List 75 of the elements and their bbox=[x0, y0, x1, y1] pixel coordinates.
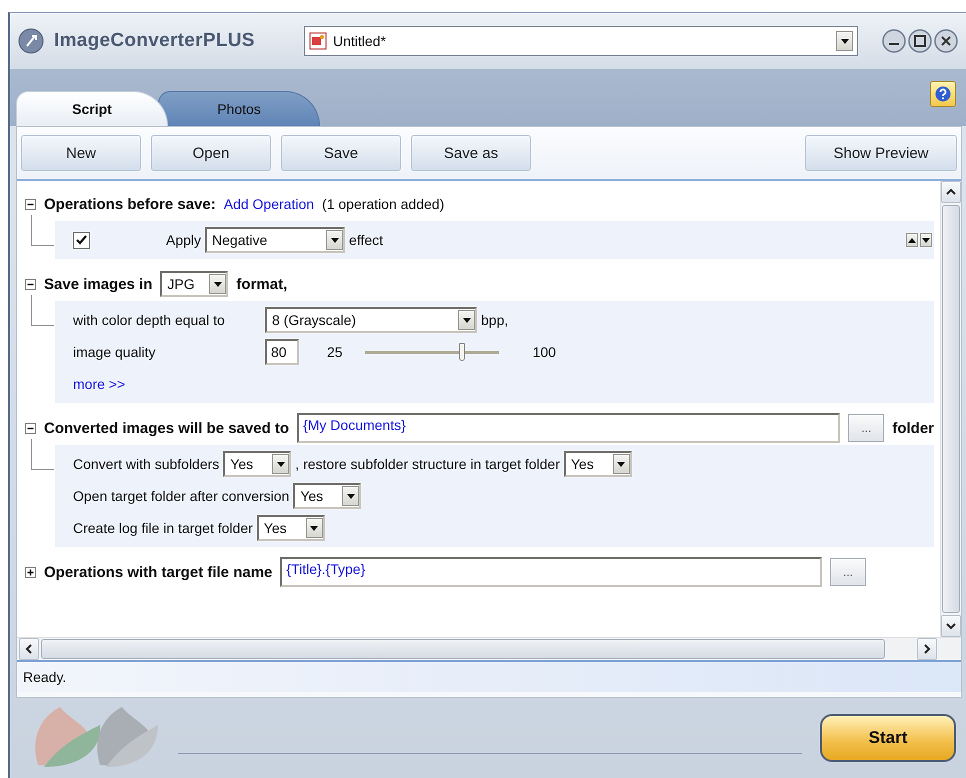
option-text: Open target folder after conversion bbox=[73, 488, 290, 504]
dropdown[interactable]: Yes bbox=[223, 451, 292, 477]
dropdown-arrow-icon bbox=[840, 38, 848, 44]
section-title: folder bbox=[892, 420, 934, 436]
quality-input[interactable]: 80 bbox=[265, 339, 299, 365]
section-title: Operations before save: bbox=[44, 196, 216, 212]
browse-button[interactable]: ... bbox=[848, 414, 884, 442]
tree-line bbox=[31, 295, 54, 326]
dropdown-arrow-icon bbox=[276, 462, 285, 466]
link[interactable]: more >> bbox=[73, 376, 126, 392]
document-icon bbox=[309, 32, 327, 50]
dropdown[interactable]: Yes bbox=[564, 451, 632, 477]
option-text: Create log file in target folder bbox=[73, 520, 253, 536]
scroll-right-button[interactable] bbox=[917, 638, 937, 660]
tree-line bbox=[31, 439, 54, 470]
slider-thumb[interactable] bbox=[459, 343, 466, 361]
app-logo-icon bbox=[18, 28, 44, 54]
browse-button[interactable]: ... bbox=[830, 558, 866, 586]
scroll-left-button[interactable] bbox=[19, 638, 39, 660]
vertical-scrollbar-thumb[interactable] bbox=[942, 205, 960, 613]
option-text: , restore subfolder structure in target folder bbox=[295, 456, 560, 472]
move-up-button[interactable] bbox=[906, 233, 918, 247]
path-field[interactable]: {My Documents} bbox=[297, 413, 840, 443]
link[interactable]: Add Operation bbox=[224, 196, 314, 212]
path-field[interactable]: {Title}.{Type} bbox=[280, 557, 822, 587]
document-dropdown[interactable]: Untitled* bbox=[304, 26, 858, 56]
option-text: bpp, bbox=[481, 312, 508, 328]
tab[interactable]: Script bbox=[16, 91, 168, 126]
section-title: Save images in bbox=[44, 276, 152, 292]
option-text: effect bbox=[349, 232, 384, 248]
option-text: 25 bbox=[327, 344, 343, 360]
section-title: format, bbox=[236, 276, 288, 292]
dropdown[interactable]: 8 (Grayscale) bbox=[265, 307, 477, 333]
dropdown-arrow-icon bbox=[310, 526, 318, 530]
tab[interactable]: Photos bbox=[158, 91, 320, 126]
tree-line bbox=[31, 215, 54, 246]
dropdown-arrow-icon bbox=[462, 318, 470, 322]
dropdown-arrow-icon bbox=[346, 494, 355, 498]
question-mark-icon bbox=[935, 86, 951, 102]
toolbar-button[interactable]: Open bbox=[151, 135, 271, 171]
minimize-button[interactable] bbox=[882, 29, 906, 53]
help-button[interactable] bbox=[930, 81, 956, 107]
scroll-up-button[interactable] bbox=[941, 181, 961, 203]
toolbar-button[interactable]: Save bbox=[281, 135, 401, 171]
option-text: Convert with subfolders bbox=[73, 456, 220, 472]
collapse-icon[interactable] bbox=[25, 278, 36, 290]
app-title: ImageConverterPLUS bbox=[54, 30, 256, 52]
horizontal-scrollbar-thumb[interactable] bbox=[41, 639, 885, 659]
dropdown-arrow-icon bbox=[214, 282, 222, 286]
status-text: Ready. bbox=[17, 660, 961, 692]
toolbar-button[interactable]: Save as bbox=[411, 135, 531, 171]
collapse-icon[interactable] bbox=[25, 198, 36, 210]
section-title: Converted images will be saved to bbox=[44, 420, 290, 436]
dropdown[interactable]: Negative bbox=[205, 227, 346, 253]
section-title: Operations with target file name bbox=[44, 564, 272, 580]
option-label: with color depth equal to bbox=[73, 312, 226, 328]
maximize-button[interactable] bbox=[908, 29, 932, 53]
toolbar-button[interactable]: New bbox=[21, 135, 141, 171]
dropdown-arrow-icon bbox=[617, 462, 626, 466]
expand-icon[interactable] bbox=[25, 566, 36, 578]
show-preview-button[interactable]: Show Preview bbox=[805, 135, 957, 171]
checkbox[interactable] bbox=[73, 232, 90, 248]
close-button[interactable] bbox=[934, 29, 958, 53]
collapse-icon[interactable] bbox=[25, 422, 36, 434]
option-label: image quality bbox=[73, 344, 156, 360]
dropdown[interactable]: Yes bbox=[256, 515, 325, 541]
dropdown-arrow-icon bbox=[330, 238, 339, 242]
start-button[interactable]: Start bbox=[820, 714, 956, 762]
option-text: 100 bbox=[532, 344, 556, 360]
move-down-button[interactable] bbox=[920, 233, 932, 247]
option-text: Apply bbox=[166, 232, 202, 248]
option-text: (1 operation added) bbox=[322, 196, 444, 212]
dropdown[interactable]: Yes bbox=[293, 483, 362, 509]
dropdown[interactable]: JPG bbox=[160, 271, 228, 297]
scroll-down-button[interactable] bbox=[941, 615, 961, 637]
